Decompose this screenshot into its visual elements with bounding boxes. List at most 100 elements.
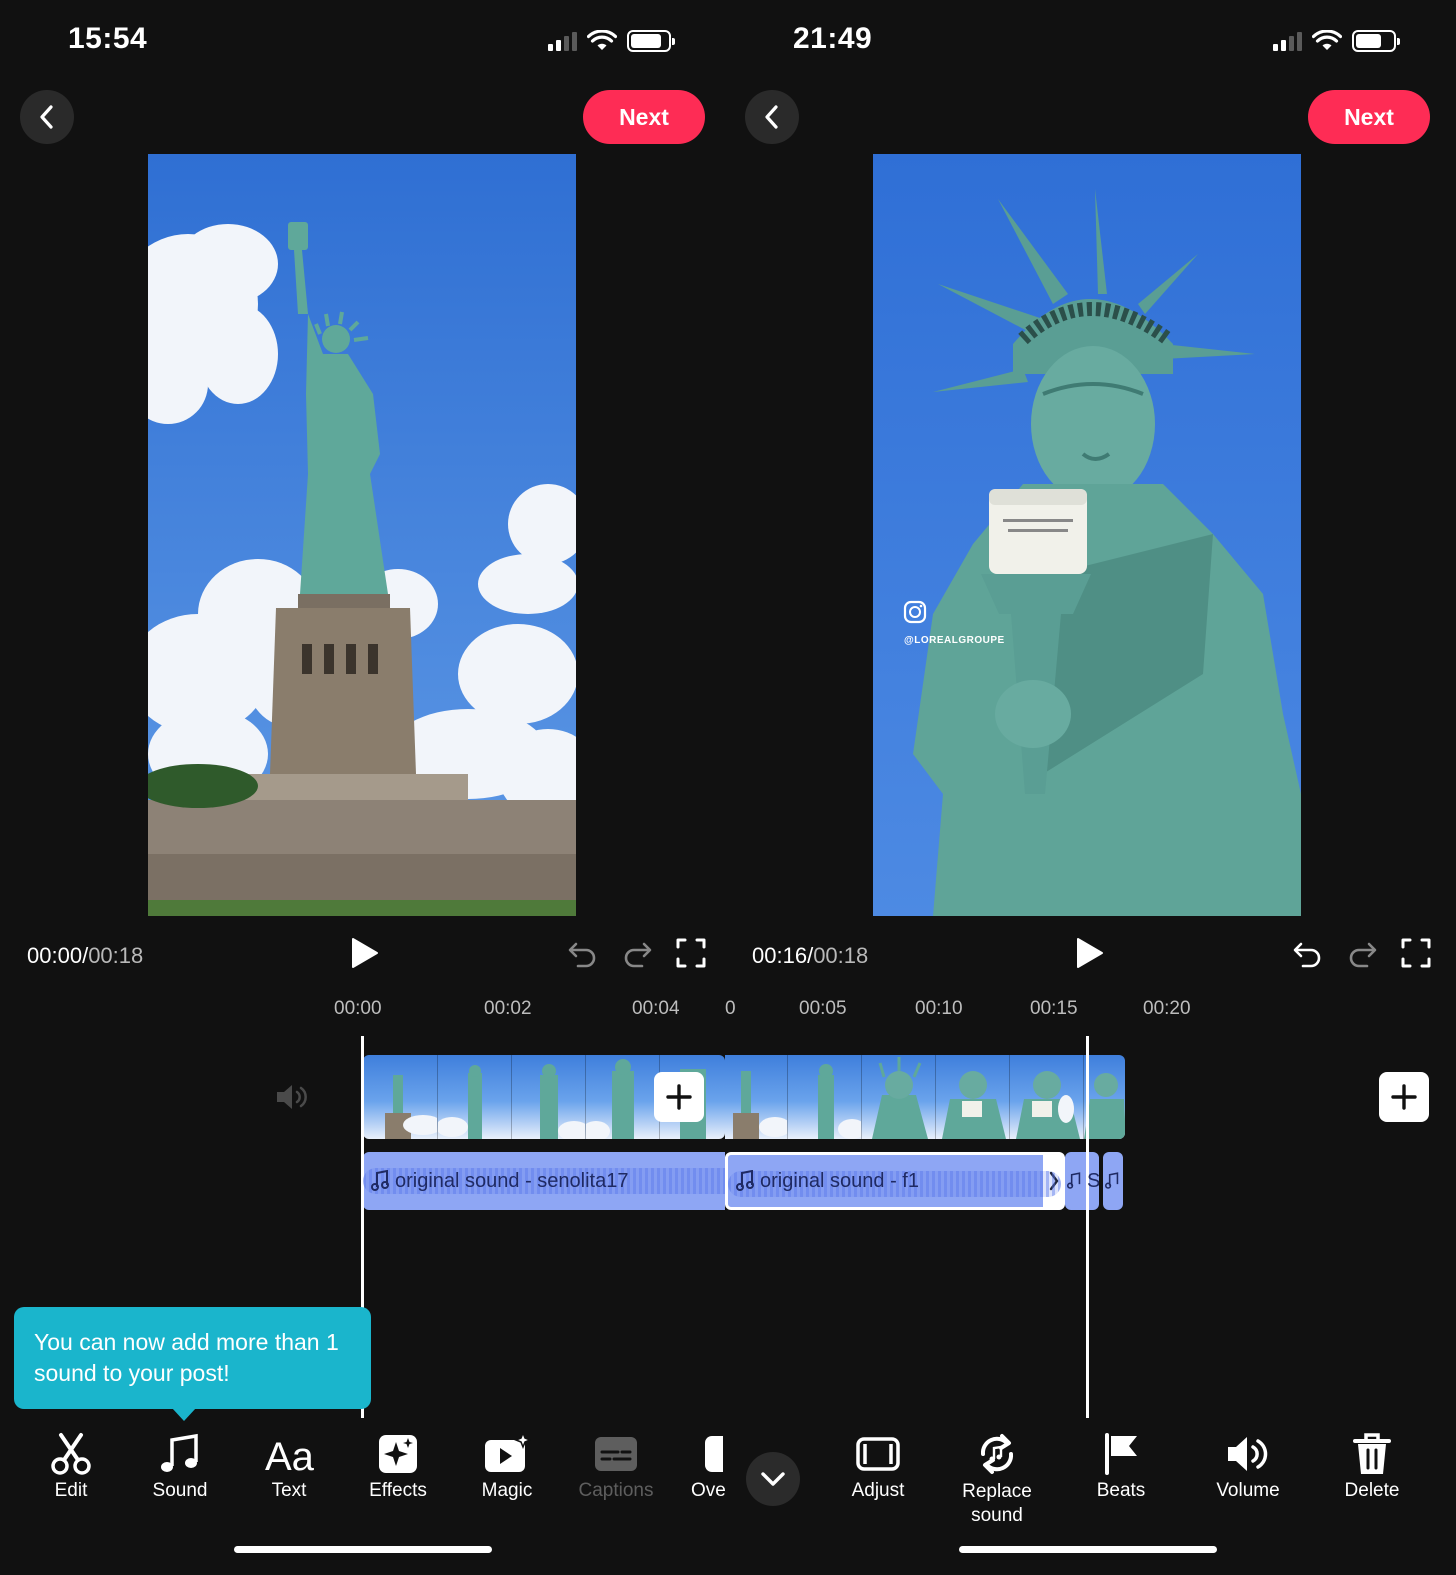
toolbar-captions-button[interactable]: Captions — [566, 1432, 666, 1502]
audio-track-label: original sound - senolita17 — [395, 1169, 629, 1192]
audio-track-label: S — [1087, 1169, 1099, 1192]
timecode-current: 00:16 — [752, 943, 808, 968]
clip-thumbnail — [787, 1055, 861, 1139]
captions-icon — [595, 1437, 637, 1471]
playhead[interactable] — [1086, 1036, 1089, 1418]
toolbar-beats-button[interactable]: Beats — [1071, 1432, 1171, 1502]
music-note-icon — [736, 1170, 754, 1191]
chevron-down-icon — [761, 1472, 785, 1486]
toolbar-label: Beats — [1096, 1480, 1146, 1501]
status-icons — [548, 28, 675, 54]
ruler-tick: 00:02 — [484, 998, 532, 1019]
timecode-current: 00:00 — [27, 943, 83, 968]
toolbar-adjust-button[interactable]: Adjust — [828, 1432, 928, 1502]
toolbar-volume-button[interactable]: Volume — [1198, 1432, 1298, 1502]
clip-thumbnail — [1009, 1055, 1083, 1139]
video-clip-strip[interactable] — [725, 1055, 1125, 1139]
add-clip-button[interactable] — [654, 1072, 704, 1122]
music-note-icon — [1105, 1172, 1119, 1189]
toolbar-delete-button[interactable]: Delete — [1322, 1432, 1422, 1502]
video-watermark-text: @LOREALGROUPE — [904, 635, 1005, 646]
svg-text:Aa: Aa — [265, 1435, 315, 1476]
redo-button[interactable] — [620, 936, 654, 970]
toolbar-label: Sound — [152, 1480, 208, 1501]
toolbar-label: Edit — [54, 1480, 88, 1501]
multi-sound-tooltip[interactable]: You can now add more than 1 sound to you… — [14, 1307, 371, 1421]
scissors-icon — [51, 1433, 91, 1475]
adjust-frame-icon — [856, 1437, 900, 1471]
clip-thumbnail — [861, 1055, 935, 1139]
toolbar-label: Magic — [481, 1480, 533, 1501]
play-icon — [352, 938, 378, 968]
status-time: 21:49 — [793, 22, 873, 55]
undo-button[interactable] — [1291, 936, 1325, 970]
video-preview[interactable]: @LOREALGROUPE — [873, 154, 1301, 916]
tooltip-text: You can now add more than 1 sound to you… — [34, 1329, 339, 1386]
fullscreen-button[interactable] — [1399, 936, 1433, 970]
play-button[interactable] — [1074, 936, 1106, 975]
next-button[interactable]: Next — [1308, 90, 1430, 144]
undo-button[interactable] — [566, 936, 600, 970]
clip-thumbnail — [511, 1055, 585, 1139]
toolbar-overlay-button[interactable]: Ove — [675, 1432, 725, 1502]
play-icon — [1077, 938, 1103, 968]
left-screen: 15:54 Next 00:00/00:18 00:00 00:02 00:04… — [0, 0, 725, 1575]
status-icons — [1273, 28, 1400, 54]
back-button[interactable] — [20, 90, 74, 144]
chevron-left-icon — [40, 105, 53, 129]
ruler-tick: 00:05 — [799, 998, 847, 1019]
toolbar-replace-sound-button[interactable]: Replace sound — [947, 1432, 1047, 1528]
timecode: 00:16/00:18 — [752, 943, 868, 969]
speaker-icon — [277, 1085, 307, 1109]
back-button[interactable] — [745, 90, 799, 144]
battery-icon — [1352, 30, 1400, 52]
ruler-tick: 0 — [725, 998, 736, 1019]
chevron-left-icon — [765, 105, 778, 129]
redo-icon — [624, 942, 652, 968]
audio-track-next[interactable] — [1103, 1152, 1123, 1210]
battery-icon — [627, 30, 675, 52]
play-button[interactable] — [349, 936, 381, 975]
ruler-tick: 00:04 — [632, 998, 680, 1019]
toolbar-label: Ove — [691, 1480, 725, 1501]
video-preview[interactable] — [148, 154, 576, 916]
replace-sound-icon — [980, 1434, 1014, 1474]
toolbar-label: Text — [271, 1480, 307, 1501]
home-indicator — [234, 1546, 492, 1553]
clip-thumbnail — [585, 1055, 659, 1139]
audio-track[interactable]: original sound - senolita17 — [363, 1152, 725, 1210]
collapse-toolbar-button[interactable] — [746, 1452, 800, 1506]
wifi-icon — [1312, 30, 1342, 50]
audio-track-next[interactable]: S — [1065, 1152, 1099, 1210]
timecode-total: 00:18 — [88, 943, 144, 968]
redo-button[interactable] — [1345, 936, 1379, 970]
audio-track-selected[interactable]: original sound - f1 — [725, 1152, 1064, 1210]
toolbar-edit-button[interactable]: Edit — [21, 1432, 121, 1502]
overlay-icon — [705, 1436, 723, 1472]
music-note-icon — [371, 1170, 389, 1191]
toolbar-sound-button[interactable]: Sound — [130, 1432, 230, 1502]
next-button[interactable]: Next — [583, 90, 705, 144]
flag-beats-icon — [1105, 1433, 1137, 1475]
effects-sparkle-icon — [379, 1435, 417, 1473]
trash-icon — [1353, 1433, 1391, 1474]
toolbar-label: Replace sound — [962, 1481, 1032, 1526]
toolbar-label: Volume — [1216, 1480, 1280, 1501]
toolbar-effects-button[interactable]: Effects — [348, 1432, 448, 1502]
statue-with-product-image — [873, 154, 1301, 916]
ruler-tick: 00:10 — [915, 998, 963, 1019]
toolbar-text-button[interactable]: Aa Text — [239, 1432, 339, 1502]
plus-icon — [1391, 1084, 1417, 1110]
ruler-tick: 00:00 — [334, 998, 382, 1019]
clip-thumbnail — [1083, 1055, 1125, 1139]
volume-icon — [1228, 1437, 1268, 1471]
fullscreen-button[interactable] — [674, 936, 708, 970]
toolbar-magic-button[interactable]: Magic — [457, 1432, 557, 1502]
toolbar-label: Delete — [1344, 1480, 1400, 1501]
magic-play-icon — [485, 1432, 531, 1472]
plus-icon — [666, 1084, 692, 1110]
ruler-tick: 00:20 — [1143, 998, 1191, 1019]
mute-toggle[interactable] — [274, 1080, 310, 1119]
add-clip-button[interactable] — [1379, 1072, 1429, 1122]
status-time: 15:54 — [68, 22, 148, 55]
